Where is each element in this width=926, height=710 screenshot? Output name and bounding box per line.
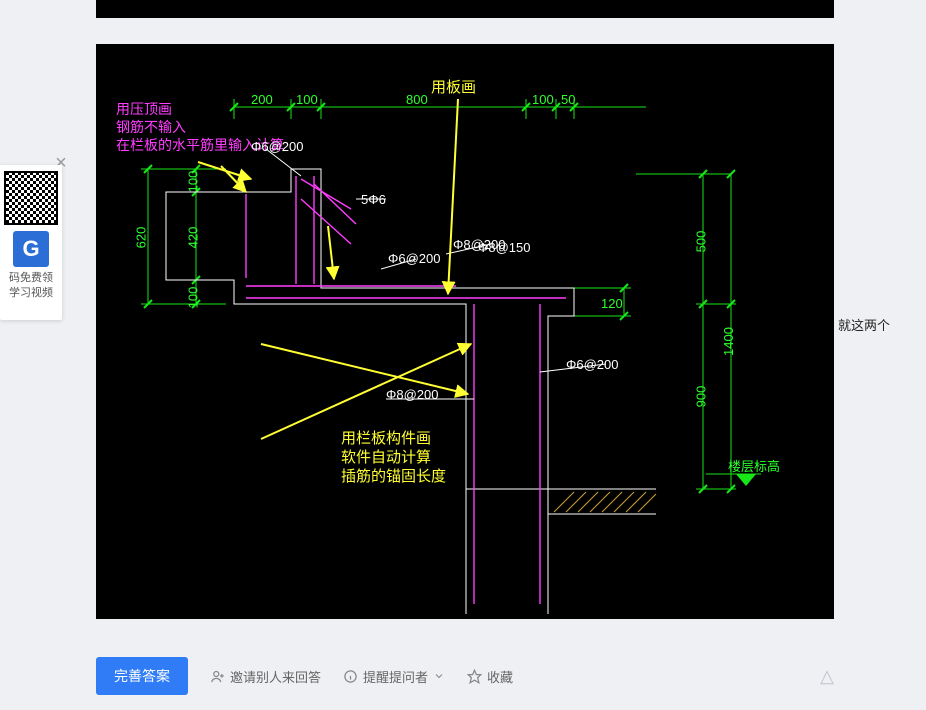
rebar-88-150: Φ8@150: [478, 240, 531, 255]
rebar-88-200a: Φ8@200: [386, 387, 439, 402]
remind-asker-button[interactable]: 提醒提问者: [343, 667, 445, 686]
qr-caption-line2: 学习视频: [4, 286, 58, 301]
dim-top-200: 200: [251, 92, 273, 107]
cad-drawing: 用板画 用压顶画 钢筋不输入 在栏板的水平筋里输入计算 用栏板构件画 软件自动计…: [96, 44, 834, 619]
favorite-button[interactable]: 收藏: [467, 667, 513, 686]
dim-inner-100: 100: [185, 171, 200, 193]
invite-answer-label: 邀请别人来回答: [230, 667, 321, 686]
favorite-label: 收藏: [487, 667, 513, 686]
qr-code: [4, 171, 58, 225]
rebar-5d6: 5Φ6: [361, 192, 386, 207]
remind-asker-label: 提醒提问者: [363, 667, 428, 686]
app-logo: G: [13, 231, 49, 267]
rebar-68-200b: Φ6@200: [388, 251, 441, 266]
answer-action-bar: 完善答案 邀请别人来回答 提醒提问者 收藏 △: [96, 656, 834, 696]
star-icon: [467, 669, 482, 684]
elevation-label: 楼层标高: [728, 456, 780, 475]
dim-right-500: 500: [693, 231, 708, 253]
dim-inner-100b: 100: [185, 287, 200, 309]
qr-floating-panel: G 码免费领 学习视频: [0, 165, 62, 320]
info-icon: [343, 669, 358, 684]
dim-inner-420: 420: [185, 227, 200, 249]
dim-top-100a: 100: [296, 92, 318, 107]
previous-image-sliver: [96, 0, 834, 18]
rebar-68-200c: Φ6@200: [566, 357, 619, 372]
dim-top-100b: 100: [532, 92, 554, 107]
dim-top-800: 800: [406, 92, 428, 107]
dim-top-50: 50: [561, 92, 575, 107]
dim-left-620: 620: [133, 227, 148, 249]
user-plus-icon: [210, 669, 225, 684]
dim-right-1400: 1400: [721, 327, 736, 356]
partial-answer-text: 就这两个: [838, 315, 890, 334]
chevron-down-icon: [433, 670, 445, 682]
improve-answer-button[interactable]: 完善答案: [96, 657, 188, 695]
dim-right-900: 900: [693, 386, 708, 408]
annotation-balustrade: 用栏板构件画 软件自动计算 插筋的锚固长度: [341, 429, 446, 486]
dim-right-120: 120: [601, 296, 623, 311]
annotation-use-slab: 用板画: [431, 76, 476, 97]
collapse-icon[interactable]: △: [820, 666, 834, 687]
invite-answer-button[interactable]: 邀请别人来回答: [210, 667, 321, 686]
qr-caption-line1: 码免费领: [4, 271, 58, 286]
rebar-68-200a: Φ6@200: [251, 139, 304, 154]
